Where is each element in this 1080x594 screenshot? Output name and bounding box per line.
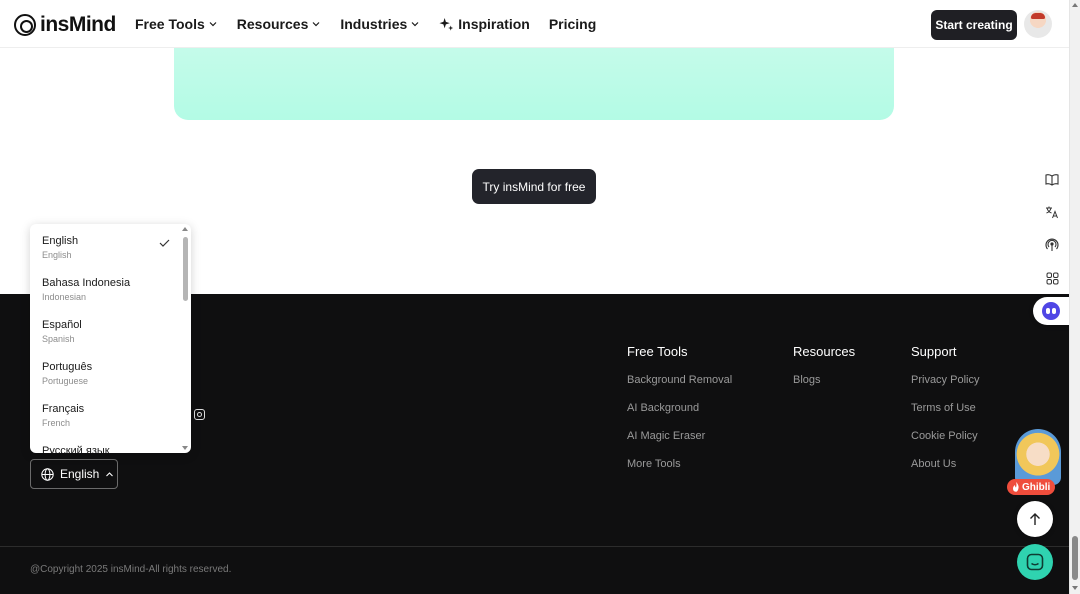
- chevron-down-icon: [411, 22, 419, 27]
- footer-link[interactable]: Privacy Policy: [911, 374, 979, 386]
- ghibli-badge: Ghibli: [1007, 479, 1056, 495]
- nav-free-tools[interactable]: Free Tools: [135, 16, 218, 32]
- dropdown-scrollbar[interactable]: [181, 224, 191, 453]
- chat-support-button[interactable]: [1017, 544, 1053, 580]
- apps-grid-icon[interactable]: [1043, 269, 1061, 287]
- footer-column-free-tools: Free Tools Background Removal AI Backgro…: [627, 344, 732, 486]
- footer-link[interactable]: Blogs: [793, 374, 855, 386]
- footer-column-title: Resources: [793, 344, 856, 359]
- scroll-up-arrow-icon[interactable]: [182, 227, 188, 231]
- copyright-text: @Copyright 2025 insMind-All rights reser…: [30, 564, 232, 575]
- logo[interactable]: insMind: [14, 13, 116, 37]
- language-option-spanish[interactable]: Español Spanish: [42, 319, 178, 344]
- sparkle-icon: [439, 17, 454, 31]
- footer-link[interactable]: AI Background: [627, 402, 732, 414]
- footer-link[interactable]: Terms of Use: [911, 402, 979, 414]
- scroll-up-arrow-icon[interactable]: [1072, 3, 1078, 7]
- start-creating-button[interactable]: Start creating: [931, 10, 1017, 40]
- main-nav: Free Tools Resources Industries Inspirat…: [135, 16, 615, 32]
- language-option-name: Español: [42, 319, 82, 331]
- language-option-name: Français: [42, 403, 85, 415]
- page-scrollbar[interactable]: [1069, 0, 1080, 594]
- top-nav-bar: insMind Free Tools Resources Industries …: [0, 0, 1069, 48]
- footer-column-title: Support: [911, 344, 957, 359]
- logo-text: insMind: [40, 13, 116, 36]
- footer-link[interactable]: AI Magic Eraser: [627, 430, 732, 442]
- ghibli-character-image: [1015, 429, 1061, 485]
- nav-resources[interactable]: Resources: [237, 16, 322, 32]
- nav-label: Inspiration: [458, 16, 530, 32]
- footer-link[interactable]: Background Removal: [627, 374, 732, 386]
- scroll-down-arrow-icon[interactable]: [182, 446, 188, 450]
- nav-label: Industries: [340, 16, 408, 32]
- language-option-russian[interactable]: Русский язык: [42, 445, 178, 453]
- footer-column-resources: Resources Blogs: [793, 344, 855, 402]
- language-current-label: English: [60, 467, 100, 481]
- try-for-free-button[interactable]: Try insMind for free: [472, 169, 596, 204]
- footer-link[interactable]: More Tools: [627, 458, 732, 470]
- language-option-french[interactable]: Français French: [42, 403, 178, 428]
- language-option-subtitle: French: [42, 418, 71, 428]
- ai-assistant-button[interactable]: [1033, 297, 1069, 325]
- nav-label: Resources: [236, 16, 309, 32]
- checkmark-icon: [159, 239, 170, 247]
- nav-label: Free Tools: [135, 16, 205, 32]
- language-option-subtitle: English: [42, 250, 72, 260]
- language-selector-button[interactable]: English: [30, 459, 118, 489]
- scroll-down-arrow-icon[interactable]: [1072, 586, 1078, 590]
- language-option-english[interactable]: English English: [42, 235, 178, 260]
- language-option-subtitle: Portuguese: [42, 376, 89, 386]
- footer-divider: [0, 546, 1069, 547]
- book-icon[interactable]: [1043, 170, 1061, 188]
- footer-column-support: Support Privacy Policy Terms of Use Cook…: [911, 344, 979, 486]
- user-avatar[interactable]: [1024, 10, 1052, 38]
- nav-pricing[interactable]: Pricing: [549, 16, 596, 32]
- robot-icon: [1042, 302, 1060, 320]
- language-option-subtitle: Indonesian: [42, 292, 87, 302]
- language-dropdown-menu: English English Bahasa Indonesia Indones…: [30, 224, 191, 453]
- chat-icon: [1026, 553, 1044, 571]
- language-option-portuguese[interactable]: Português Portuguese: [42, 361, 178, 386]
- footer-link[interactable]: Cookie Policy: [911, 430, 979, 442]
- page-scroll-thumb[interactable]: [1072, 536, 1078, 580]
- language-option-name: Русский язык: [42, 445, 110, 453]
- ghibli-promo-button[interactable]: Ghibli: [1007, 429, 1065, 497]
- fire-icon: [1013, 482, 1019, 492]
- language-option-indonesian[interactable]: Bahasa Indonesia Indonesian: [42, 277, 178, 302]
- ghibli-label: Ghibli: [1022, 481, 1051, 493]
- language-option-name: Bahasa Indonesia: [42, 277, 131, 289]
- logo-mark-icon: [14, 14, 36, 36]
- translate-icon[interactable]: [1043, 203, 1061, 221]
- chevron-down-icon: [312, 22, 320, 27]
- instagram-icon[interactable]: [194, 409, 205, 420]
- broadcast-icon[interactable]: [1043, 236, 1061, 254]
- chevron-down-icon: [209, 22, 217, 27]
- globe-icon: [41, 467, 54, 481]
- footer-link[interactable]: About Us: [911, 458, 979, 470]
- scroll-to-top-button[interactable]: [1017, 501, 1053, 537]
- nav-industries[interactable]: Industries: [340, 16, 420, 32]
- nav-inspiration[interactable]: Inspiration: [439, 16, 530, 32]
- arrow-up-icon: [1030, 513, 1040, 525]
- language-option-name: Português: [42, 361, 93, 373]
- footer-column-title: Free Tools: [627, 344, 688, 359]
- language-option-subtitle: Spanish: [42, 334, 75, 344]
- dropdown-scroll-thumb[interactable]: [183, 237, 188, 301]
- chevron-up-icon: [106, 471, 114, 476]
- language-option-name: English: [42, 235, 79, 247]
- nav-label: Pricing: [548, 16, 597, 32]
